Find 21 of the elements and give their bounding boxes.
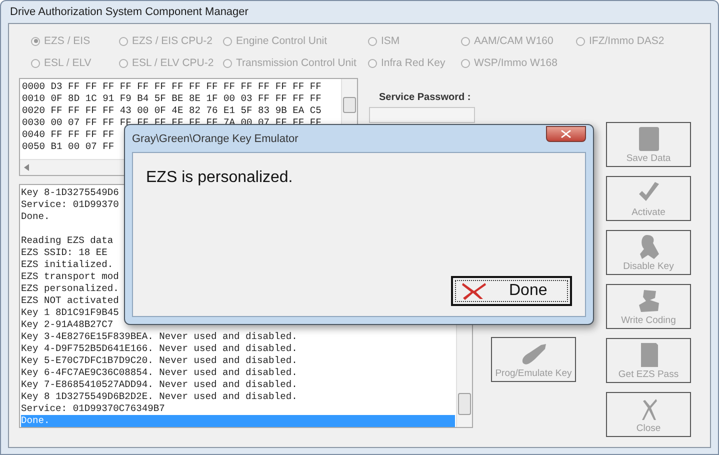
hex-row: 0020 FF FF FF FF 43 00 0F 4E 82 76 E1 5F 83 9B EA C5 — [22, 105, 322, 117]
log-line[interactable]: Key 8 1D3275549D6B2D2E. Never used and disabled. — [21, 391, 455, 403]
log-line[interactable]: Service: 01D99370C76349B7 — [21, 403, 455, 415]
window-title: Drive Authorization System Component Manager — [10, 6, 248, 18]
log-line[interactable]: Key 5-E70C7DFC1B7D9C20. Never used and disabled. — [21, 355, 455, 367]
log-line[interactable]: Key 3-4E8276E15F839BEA. Never used and disabled. — [21, 331, 455, 343]
hex-row: 0010 0F 8D 1C 91 F9 B4 5F BE 8E 1F 00 03 FF FF FF FF — [22, 93, 322, 105]
hex-row: 0000 D3 FF FF FF FF FF FF FF FF FF FF FF FF FF FF FF — [22, 81, 322, 93]
done-button[interactable]: Done — [451, 276, 572, 306]
dialog-title: Gray\Green\Orange Key Emulator — [132, 132, 298, 144]
log-line[interactable]: Key 6-4FC7AE9C36C08854. Never used and disabled. — [21, 367, 455, 379]
close-icon — [561, 130, 571, 138]
hex-row: 0040 FF FF FF FF — [22, 129, 114, 141]
close-button[interactable] — [546, 126, 586, 142]
log-line[interactable]: Key 4-D9F752B5D641E166. Never used and disabled. — [21, 343, 455, 355]
cross-icon — [461, 282, 487, 300]
log-line[interactable]: Key 7-E8685410527ADD94. Never used and disabled. — [21, 379, 455, 391]
field-label: Service Password : — [378, 92, 472, 103]
hex-row: 0050 B1 00 07 FF — [22, 141, 114, 153]
dialog-message: EZS is personalized. — [146, 169, 293, 187]
scroll-left-icon[interactable] — [24, 164, 29, 171]
